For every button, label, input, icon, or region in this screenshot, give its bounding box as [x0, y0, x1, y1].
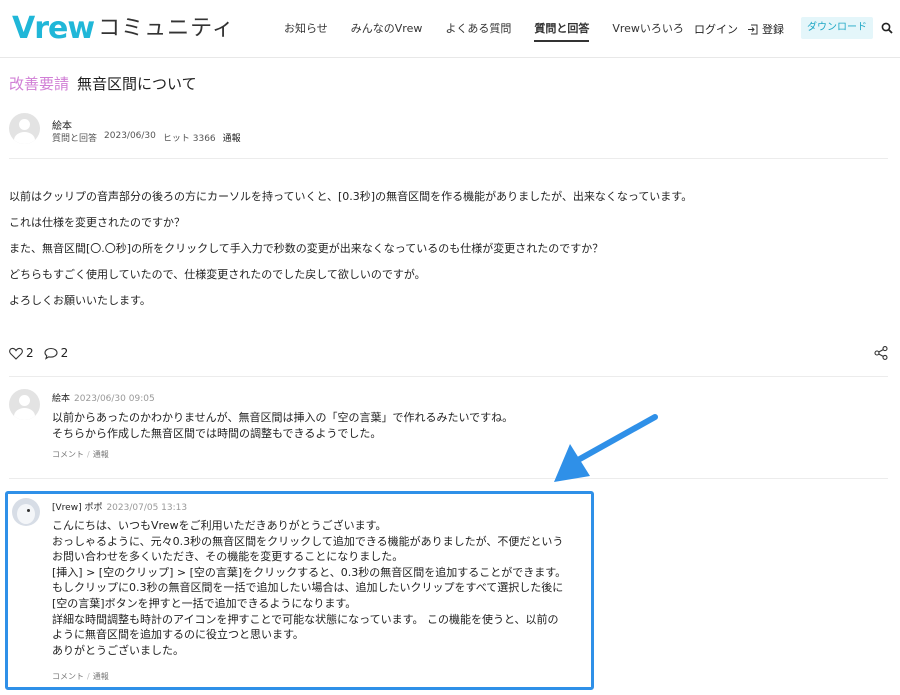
comment-reply-link[interactable]: コメント — [52, 672, 84, 681]
like-count: 2 — [26, 346, 34, 360]
heart-icon — [9, 347, 23, 360]
comment-author[interactable]: 絵本 — [52, 394, 70, 404]
comment-links: コメント / 通報 — [52, 449, 109, 460]
logo-community: コミュニティ — [98, 16, 235, 41]
comment-line: ありがとうございました。 — [52, 643, 184, 657]
comment-body: 以前からあったのかわかりませんが、無音区間は挿入の「空の言葉」で作れるみたいです… — [52, 410, 513, 441]
post-hits: ヒット 3366 — [162, 134, 216, 144]
staff-avatar[interactable] — [12, 498, 40, 526]
comment-line: そちらから作成した無音区間では時間の調整もできるようでした。 — [52, 426, 382, 440]
post-date: 2023/06/30 — [104, 131, 156, 141]
search-icon[interactable] — [881, 22, 893, 34]
comment-line: 詳細な時間調整も時計のアイコンを押すことで可能な状態になっています。 この機能を… — [52, 612, 559, 626]
post-body-line: よろしくお願いいたします。 — [9, 294, 151, 307]
main-nav: お知らせ みんなのVrew よくある質問 質問と回答 Vrewいろいろ — [284, 20, 707, 42]
comment-author[interactable]: [Vrew] ポポ — [52, 503, 102, 513]
post-body: 以前はクッリプの音声部分の後ろの方にカーソルを持っていくと、[0.3秒]の無音区… — [9, 190, 692, 320]
post-category[interactable]: 改善要請 — [9, 73, 69, 94]
comment-line: もしクリップに0.3秒の無音区間を一括で追加したい場合は、追加したいクリップをす… — [52, 581, 564, 595]
comment-line: お問い合わせを多くいただき、その機能を変更することになりました。 — [52, 550, 404, 564]
comment-line: おっしゃるように、元々0.3秒の無音区間をクリックして追加できる機能がありました… — [52, 534, 564, 548]
divider — [9, 158, 888, 159]
logo-brand: Vrew — [12, 11, 95, 46]
post-body-line: どちらもすごく使用していたので、仕様変更されたのでした戻して欲しいのですが。 — [9, 268, 426, 281]
nav-news[interactable]: お知らせ — [284, 20, 328, 42]
post-title-text: 無音区間について — [77, 75, 197, 93]
divider — [9, 478, 888, 479]
annotation-arrow — [554, 414, 658, 482]
nav-faq[interactable]: よくある質問 — [445, 20, 511, 42]
share-icon[interactable] — [874, 346, 888, 360]
site-logo[interactable]: Vrew コミュニティ — [12, 14, 235, 44]
nav-qa[interactable]: 質問と回答 — [534, 20, 590, 42]
post-report-link[interactable]: 通報 — [223, 131, 241, 144]
divider — [9, 376, 888, 377]
comment-header: 絵本 2023/06/30 09:05 — [52, 391, 155, 404]
comment-icon — [44, 347, 58, 360]
comment-count-button[interactable]: 2 — [44, 346, 69, 360]
nav-everyone-vrew[interactable]: みんなのVrew — [351, 20, 423, 42]
comment-header: [Vrew] ポポ 2023/07/05 13:13 — [52, 500, 187, 513]
register-link[interactable]: 登録 — [747, 21, 784, 37]
post-actions: 2 2 — [9, 346, 78, 360]
login-link[interactable]: ログイン — [694, 21, 738, 37]
link-separator: / — [87, 450, 90, 459]
comment-body: こんにちは、いつもVrewをご利用いただきありがとうございます。 おっしゃるよう… — [52, 518, 566, 658]
post-author[interactable]: 絵本 — [52, 117, 72, 132]
comment-report-link[interactable]: 通報 — [93, 450, 109, 459]
post-meta: 質問と回答 2023/06/30 ヒット 3366 通報 — [52, 131, 248, 144]
post-body-line: 以前はクッリプの音声部分の後ろの方にカーソルを持っていくと、[0.3秒]の無音区… — [9, 190, 693, 203]
comment-count: 2 — [60, 346, 69, 360]
comment-line: [挿入] > [空のクリップ] > [空の言葉]をクリックすると、0.3秒の無音… — [52, 565, 567, 579]
author-avatar[interactable] — [9, 113, 40, 144]
download-button[interactable]: ダウンロード — [801, 17, 873, 39]
comment-reply-link[interactable]: コメント — [52, 450, 84, 459]
post-board: 質問と回答 — [52, 134, 98, 144]
post-body-line: これは仕様を変更されたのですか？ — [9, 216, 185, 229]
comment-line: 以前からあったのかわかりませんが、無音区間は挿入の「空の言葉」で作れるみたいです… — [52, 411, 514, 424]
site-header: Vrew コミュニティ お知らせ みんなのVrew よくある質問 質問と回答 V… — [0, 0, 900, 58]
comment-date: 2023/06/30 09:05 — [74, 394, 155, 404]
comment-line: ように無音区間を追加するのに役立つと思います。 — [52, 628, 304, 642]
comment-report-link[interactable]: 通報 — [93, 672, 109, 681]
comment-line: こんにちは、いつもVrewをご利用いただきありがとうございます。 — [52, 519, 387, 532]
comment-avatar[interactable] — [9, 389, 40, 420]
link-separator: / — [87, 672, 90, 681]
post-title: 改善要請 無音区間について — [9, 73, 197, 94]
nav-vrew-misc[interactable]: Vrewいろいろ — [612, 20, 684, 42]
comment-links: コメント / 通報 — [52, 671, 109, 682]
like-button[interactable]: 2 — [9, 346, 34, 360]
login-icon — [748, 24, 758, 34]
comment-date: 2023/07/05 13:13 — [106, 503, 188, 513]
register-label: 登録 — [762, 23, 784, 36]
comment-line: [空の言葉]ボタンを押すと一括で追加できるようになります。 — [52, 596, 357, 610]
post-body-line: また、無音区間[〇.〇秒]の所をクリックして手入力で秒数の変更が出来なくなってい… — [9, 242, 604, 255]
